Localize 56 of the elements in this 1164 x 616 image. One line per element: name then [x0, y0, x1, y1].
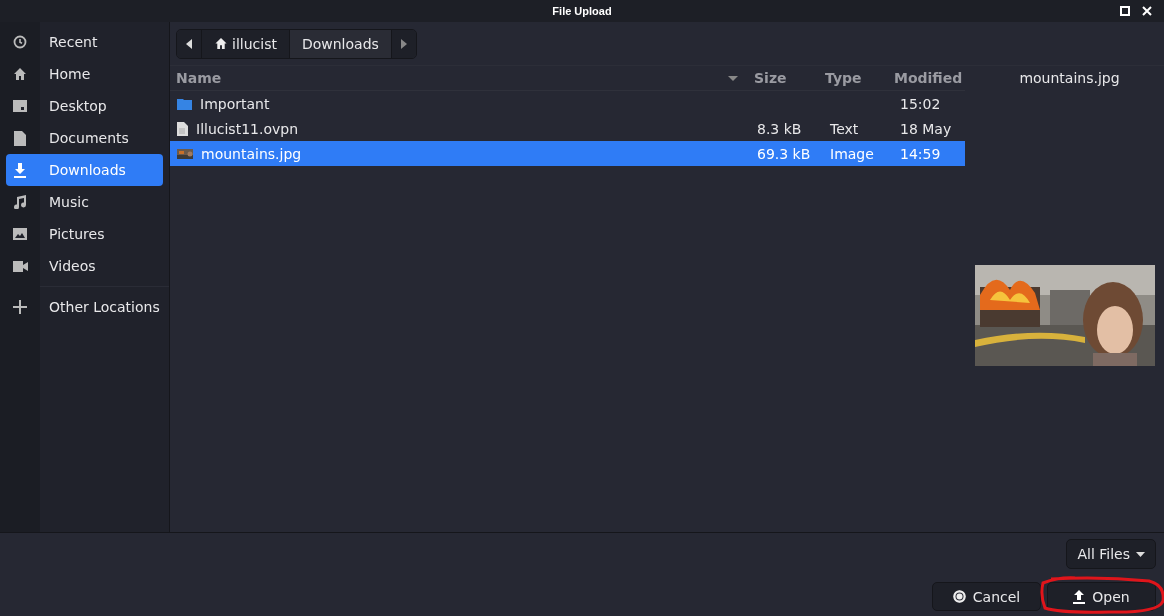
- sidebar-item[interactable]: Music: [6, 186, 163, 218]
- file-name: mountains.jpg: [201, 145, 302, 162]
- sidebar-item[interactable]: Documents: [6, 122, 163, 154]
- music-icon: [13, 195, 27, 209]
- sidebar-item[interactable]: Home: [6, 58, 163, 90]
- sidebar-item[interactable]: Pictures: [6, 218, 163, 250]
- modified-time: 14:59: [900, 145, 941, 162]
- column-header[interactable]: Type: [825, 70, 862, 86]
- caret-icon: [1136, 551, 1145, 557]
- path-segment[interactable]: illucist: [202, 29, 290, 58]
- right-arrow-icon: [400, 38, 407, 49]
- sidebar-item[interactable]: Videos: [6, 250, 163, 282]
- column-header[interactable]: Size: [754, 70, 787, 86]
- path-segment[interactable]: Downloads: [289, 29, 392, 58]
- plus-icon: [13, 300, 27, 314]
- sidebar-item[interactable]: Downloads: [6, 154, 163, 186]
- upload-icon: [1073, 589, 1086, 604]
- open-button[interactable]: Open: [1047, 582, 1156, 611]
- file-name: Illucist11.ovpn: [196, 120, 299, 137]
- sort-caret-icon: [728, 75, 738, 81]
- sidebar-item[interactable]: Recent: [6, 26, 163, 58]
- picture-icon: [13, 228, 27, 240]
- sidebar-item[interactable]: Desktop: [6, 90, 163, 122]
- window-title: File Upload: [552, 5, 612, 17]
- document-icon: [14, 130, 26, 146]
- file-row[interactable]: Illucist11.ovpn 8.3 kB Text 18 May: [170, 116, 965, 141]
- video-camera-icon: [12, 260, 28, 272]
- file-row[interactable]: mountains.jpg 69.3 kB Image 14:59: [170, 141, 965, 166]
- file-type: Text: [830, 120, 859, 137]
- sidebar-item[interactable]: Other Locations: [6, 291, 163, 323]
- maximize-icon[interactable]: [1120, 6, 1130, 16]
- column-header[interactable]: Name: [170, 66, 748, 90]
- back-arrow-button[interactable]: [177, 29, 202, 58]
- file-type: Image: [830, 145, 874, 162]
- desktop-icon: [13, 100, 27, 112]
- file-type-dropdown[interactable]: All Files: [1066, 539, 1156, 569]
- file-icon: [177, 121, 188, 136]
- modified-time: 18 May: [900, 120, 952, 137]
- close-icon[interactable]: [1142, 6, 1152, 16]
- cancel-icon: [952, 590, 966, 603]
- preview-filename: mountains.jpg: [1018, 69, 1120, 88]
- column-header[interactable]: Modified: [894, 70, 963, 86]
- file-size: 69.3 kB: [757, 145, 811, 162]
- download-icon: [13, 162, 27, 178]
- left-arrow-icon: [186, 38, 192, 49]
- file-name: Important: [200, 95, 270, 112]
- home-icon: [13, 67, 27, 81]
- clock-icon: [13, 35, 27, 49]
- file-size: 8.3 kB: [757, 120, 802, 137]
- home-icon: [214, 37, 228, 50]
- modified-time: 15:02: [900, 95, 941, 112]
- cancel-button[interactable]: Cancel: [932, 582, 1041, 611]
- forward-arrow-button[interactable]: [391, 29, 416, 58]
- file-row[interactable]: Important 15:02: [170, 91, 965, 116]
- folder-icon: [177, 97, 192, 110]
- image-thumbnail-icon: [177, 148, 193, 159]
